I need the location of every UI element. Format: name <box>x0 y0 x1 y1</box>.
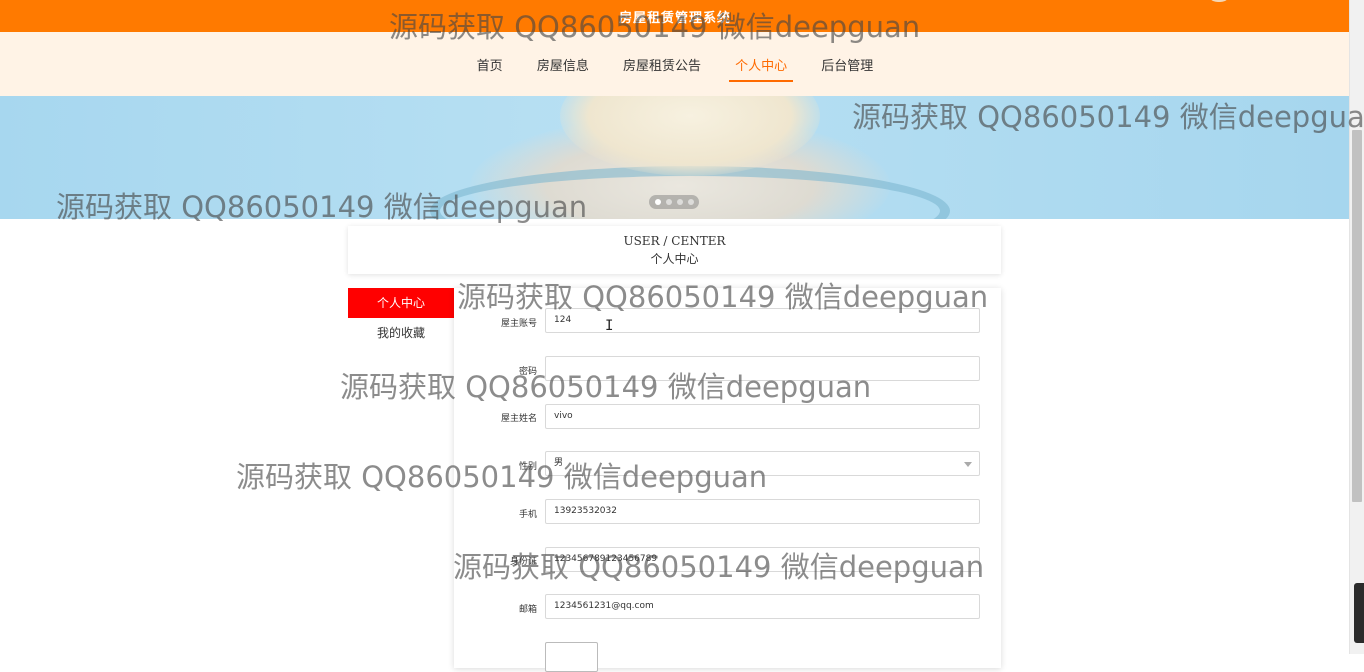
sidebar-item-user-center[interactable]: 个人中心 <box>348 288 454 318</box>
nav-user-center[interactable]: 个人中心 <box>729 55 794 82</box>
carousel-indicators <box>649 195 699 209</box>
banner-carousel[interactable] <box>0 96 1350 219</box>
main-nav: 首页 房屋信息 房屋租赁公告 个人中心 后台管理 <box>0 32 1350 96</box>
gender-label: 性别 <box>518 462 537 472</box>
section-header: USER / CENTER 个人中心 <box>348 226 1001 274</box>
site-title: 房屋租赁管理系统 <box>618 11 731 26</box>
gender-select[interactable]: 男 <box>545 451 980 476</box>
page-scrollbar[interactable] <box>1349 0 1364 654</box>
name-input[interactable]: vivo <box>545 404 980 429</box>
sidebar-item-favorites[interactable]: 我的收藏 <box>348 318 454 348</box>
chevron-down-icon <box>964 462 972 467</box>
idcard-input[interactable]: 123456789123456789 <box>545 547 980 572</box>
user-sidebar: 个人中心 我的收藏 <box>348 288 454 348</box>
nav-rental-notice[interactable]: 房屋租赁公告 <box>617 55 707 80</box>
name-label: 屋主姓名 <box>500 414 537 424</box>
email-input[interactable]: 1234561231@qq.com <box>545 594 980 619</box>
password-input[interactable] <box>545 356 980 381</box>
password-label: 密码 <box>518 367 537 377</box>
text-cursor-icon: I <box>605 318 614 334</box>
account-label: 屋主账号 <box>500 319 537 329</box>
carousel-dot-3[interactable] <box>677 199 683 205</box>
nav-home[interactable]: 首页 <box>471 55 509 80</box>
floating-widget[interactable] <box>1354 583 1364 643</box>
top-bar: 房屋租赁管理系统 <box>0 0 1350 32</box>
avatar-image-preview[interactable] <box>545 642 598 672</box>
phone-input[interactable]: 13923532032 <box>545 499 980 524</box>
email-label: 邮箱 <box>518 605 537 615</box>
carousel-dot-1[interactable] <box>655 199 661 205</box>
nav-admin[interactable]: 后台管理 <box>815 55 879 80</box>
scrollbar-thumb[interactable] <box>1352 130 1362 502</box>
profile-form: 屋主账号 124 密码 屋主姓名 vivo 性别 男 手机 1392353203… <box>454 288 1001 672</box>
nav-house-info[interactable]: 房屋信息 <box>531 55 595 80</box>
gender-select-value: 男 <box>554 458 564 468</box>
carousel-dot-2[interactable] <box>666 199 672 205</box>
avatar[interactable] <box>1206 0 1232 2</box>
carousel-dot-4[interactable] <box>688 199 694 205</box>
section-title-cn: 个人中心 <box>650 252 699 266</box>
section-title-en: USER / CENTER <box>623 234 726 248</box>
phone-label: 手机 <box>518 510 537 520</box>
idcard-label: 身份证 <box>509 557 537 567</box>
